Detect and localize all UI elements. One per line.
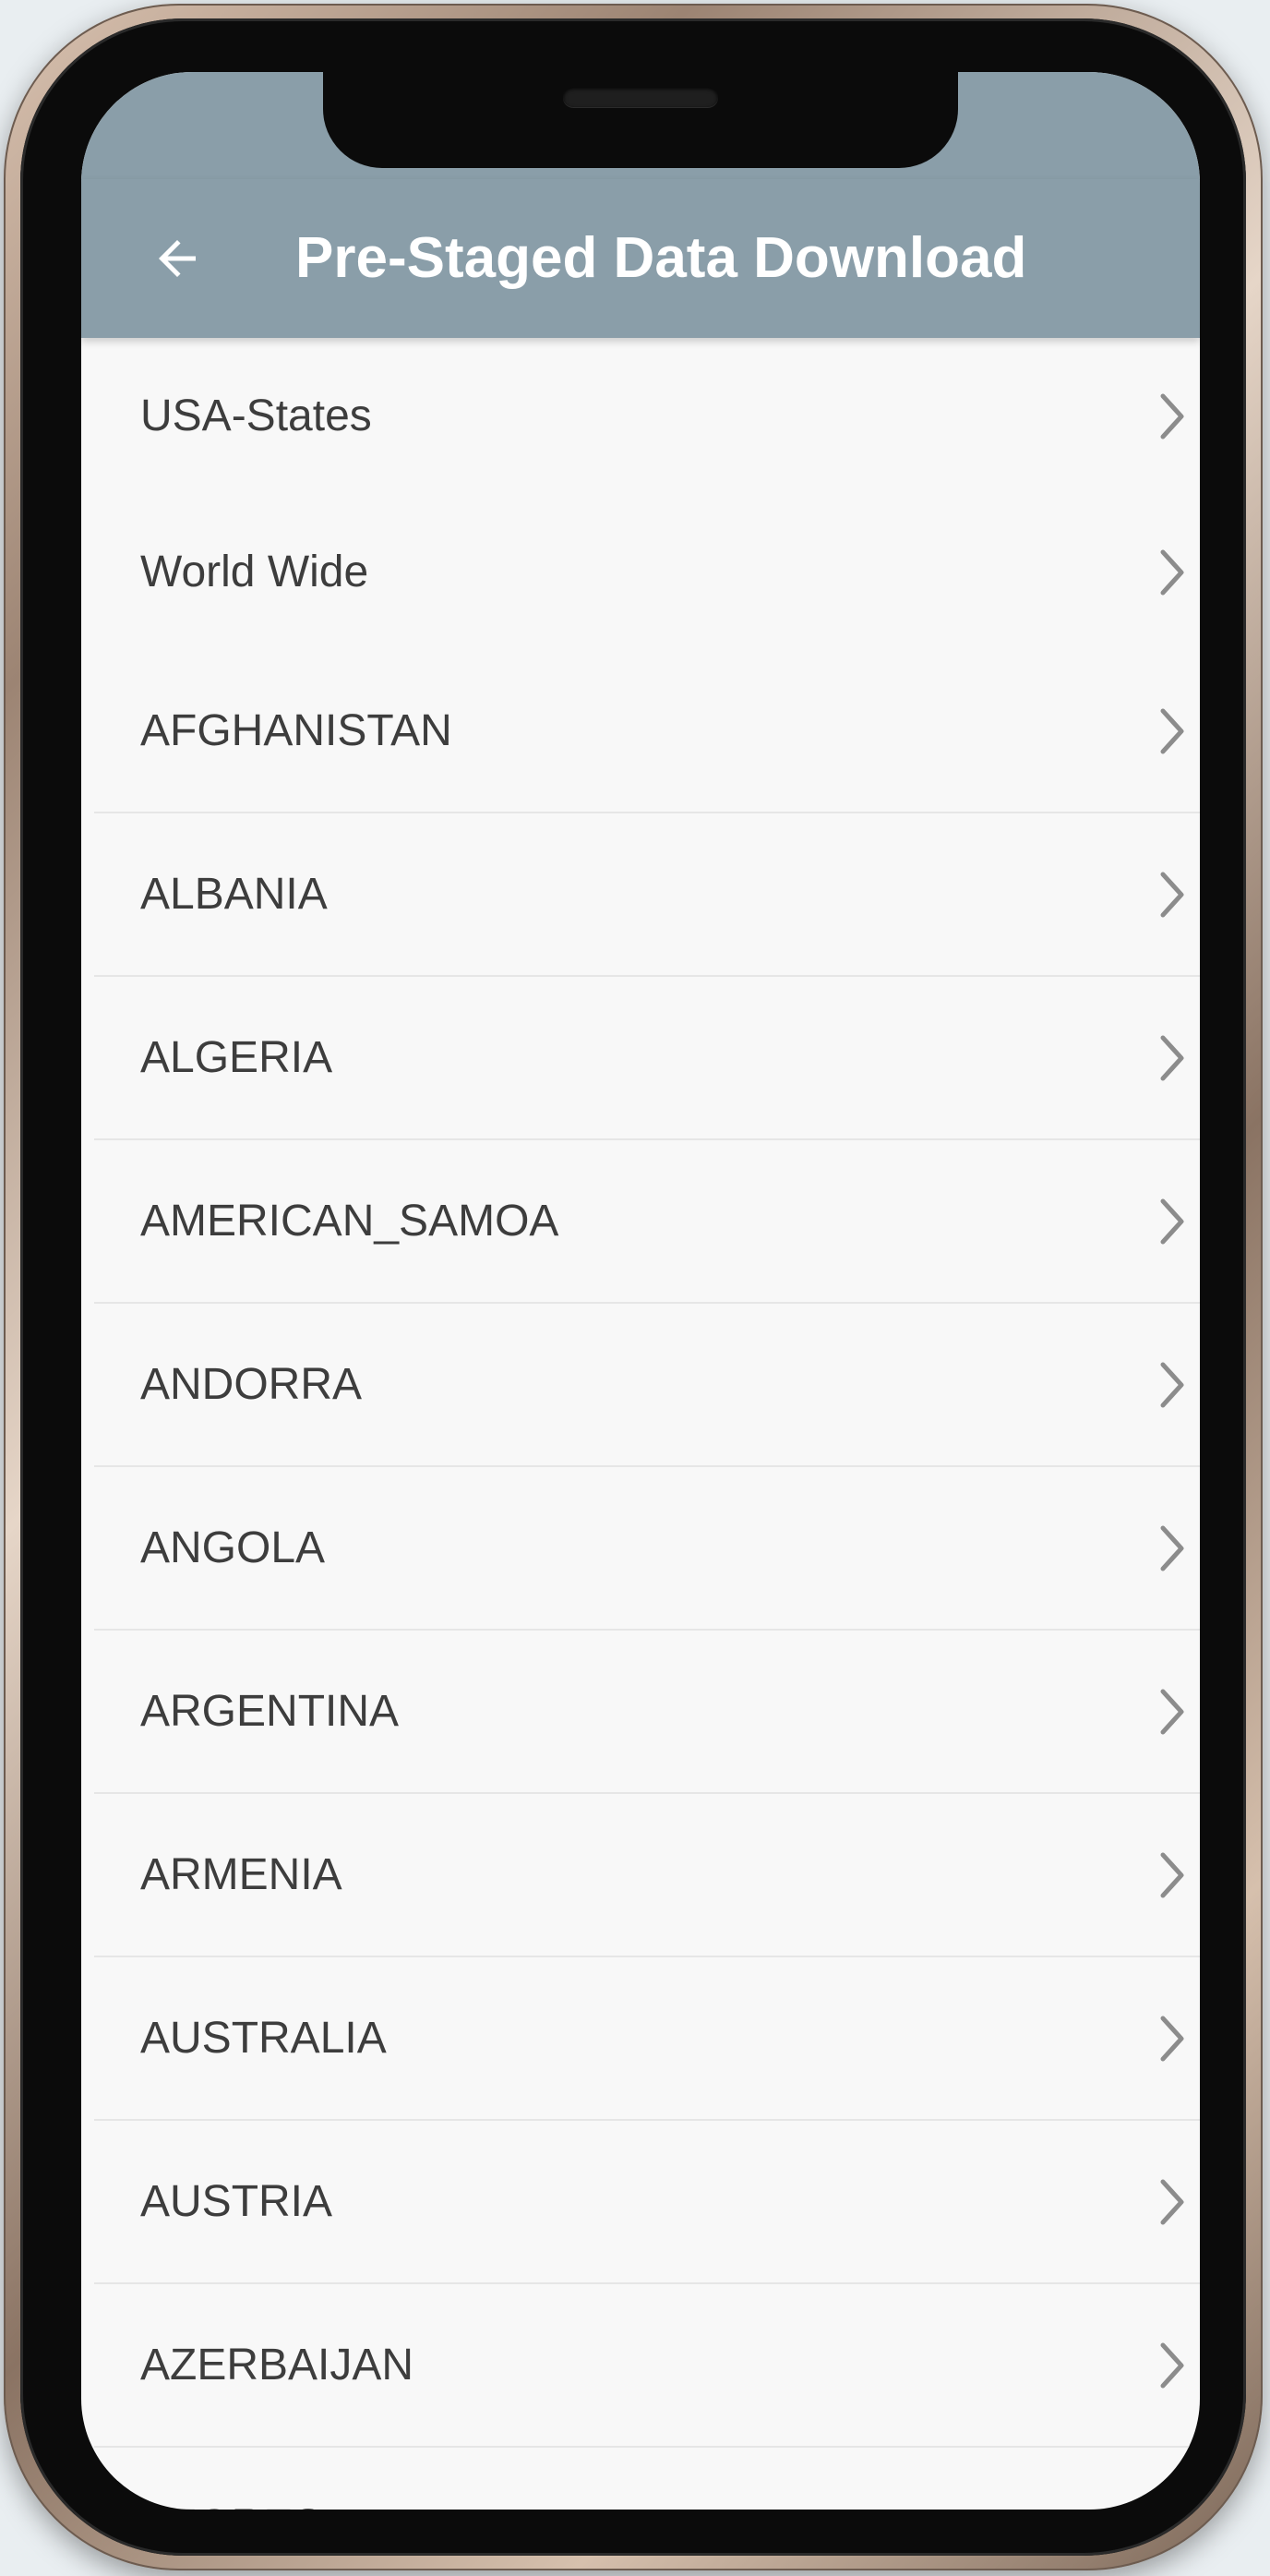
chevron-right-icon: [1160, 1362, 1184, 1407]
page-title: Pre-Staged Data Download: [295, 226, 1027, 290]
list-item-american-samoa[interactable]: AMERICAN_SAMOA: [94, 1140, 1200, 1304]
chevron-right-icon: [1160, 2179, 1184, 2224]
app-bar: Pre-Staged Data Download: [81, 179, 1200, 338]
arrow-back-icon: [159, 240, 196, 277]
list-item-austria[interactable]: AUSTRIA: [94, 2121, 1200, 2284]
list-item-angola[interactable]: ANGOLA: [94, 1467, 1200, 1631]
chevron-right-icon: [1160, 393, 1184, 439]
list-item-label: ALGERIA: [140, 1033, 333, 1082]
list-item-australia[interactable]: AUSTRALIA: [94, 1957, 1200, 2121]
list-item-label: AZORES: [140, 2448, 322, 2510]
list-item-usa-states[interactable]: USA-States: [94, 338, 1200, 494]
list-item-albania[interactable]: ALBANIA: [94, 813, 1200, 977]
chevron-right-icon: [1160, 1035, 1184, 1080]
speaker-grille: [563, 87, 718, 107]
list-item-algeria[interactable]: ALGERIA: [94, 977, 1200, 1140]
country-list: USA-States World Wide AFGHANISTAN ALBANI…: [94, 338, 1200, 2510]
list-item-label: AUSTRALIA: [140, 2014, 387, 2063]
list-item-label: AFGHANISTAN: [140, 706, 452, 755]
list-item-azerbaijan[interactable]: AZERBAIJAN: [94, 2284, 1200, 2448]
chevron-right-icon: [1160, 1198, 1184, 1244]
list-item-label: USA-States: [140, 391, 372, 440]
list-item-afghanistan[interactable]: AFGHANISTAN: [94, 650, 1200, 813]
list-item-label: ARMENIA: [140, 1850, 342, 1899]
chevron-right-icon: [1160, 1689, 1184, 1734]
list-item-label: ALBANIA: [140, 870, 328, 919]
list-item-label: AMERICAN_SAMOA: [140, 1197, 559, 1246]
chevron-right-icon: [1160, 2342, 1184, 2388]
list-item-label: AUSTRIA: [140, 2177, 333, 2226]
chevron-right-icon: [1160, 2503, 1170, 2510]
list-item-label: World Wide: [140, 548, 369, 596]
list-item-armenia[interactable]: ARMENIA: [94, 1794, 1200, 1957]
chevron-right-icon: [1160, 1852, 1184, 1897]
chevron-right-icon: [1160, 549, 1184, 595]
list-item-label: AZERBAIJAN: [140, 2341, 414, 2389]
chevron-right-icon: [1160, 1525, 1184, 1571]
chevron-right-icon: [1160, 708, 1184, 753]
list-item-label: ARGENTINA: [140, 1687, 400, 1736]
list-item-world-wide[interactable]: World Wide: [94, 494, 1200, 650]
list-item-label: ANGOLA: [140, 1523, 326, 1572]
chevron-right-icon: [1160, 2016, 1184, 2061]
list-item-azores[interactable]: AZORES: [94, 2448, 1200, 2510]
app-screen: Pre-Staged Data Download USA-States Worl…: [81, 72, 1200, 2510]
list-item-andorra[interactable]: ANDORRA: [94, 1304, 1200, 1467]
list-item-label: ANDORRA: [140, 1360, 363, 1409]
phone-notch: [323, 72, 958, 168]
back-button[interactable]: [137, 218, 218, 299]
list-item-argentina[interactable]: ARGENTINA: [94, 1631, 1200, 1794]
chevron-right-icon: [1160, 872, 1184, 917]
